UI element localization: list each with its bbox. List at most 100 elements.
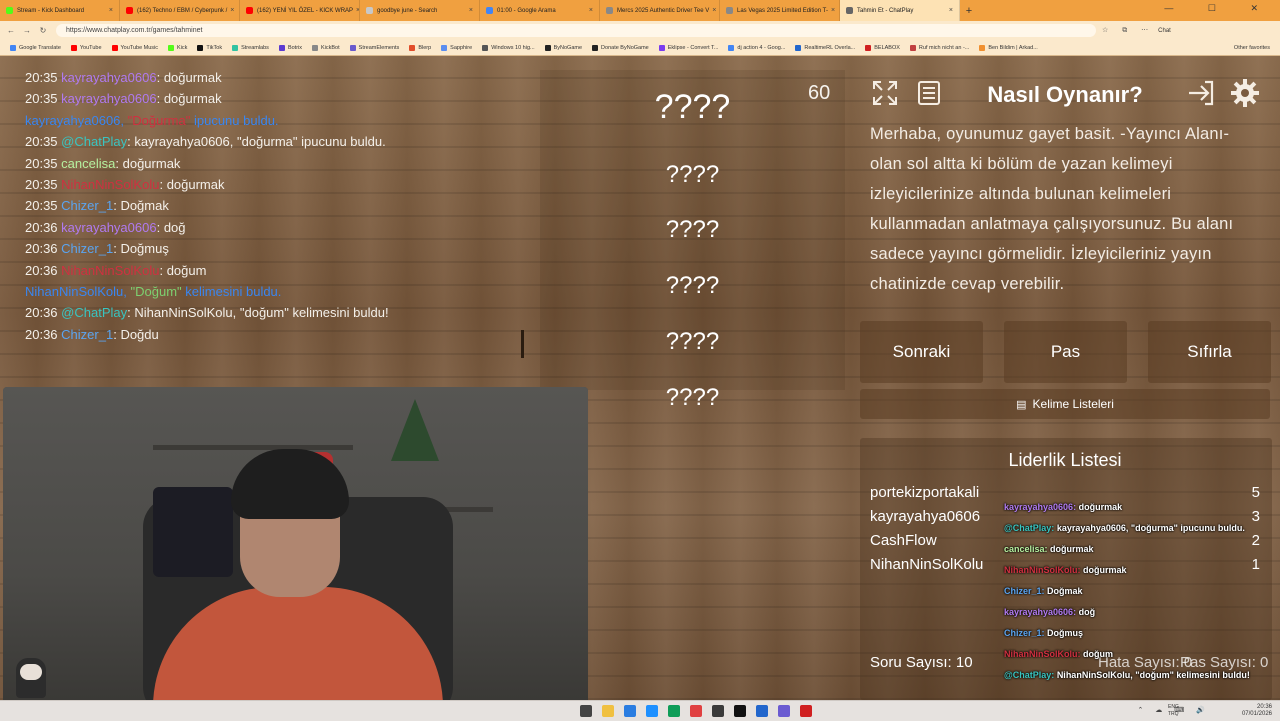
bookmark-item[interactable]: YouTube (70, 44, 102, 51)
reset-button[interactable]: Sıfırla (1148, 321, 1271, 383)
hidden-word: ???? (665, 328, 720, 355)
chat-username[interactable]: NihanNinSolKolu (61, 263, 159, 278)
close-tab-icon[interactable]: × (586, 7, 593, 14)
toolbar-icons[interactable]: ☆ ⧉ ⋯ (1102, 26, 1154, 35)
bookmark-item[interactable]: Ruf mich nicht an -... (909, 44, 969, 51)
word-lists-button[interactable]: ▤ Kelime Listeleri (860, 389, 1270, 419)
taskbar-app-icon[interactable] (624, 705, 636, 717)
browser-tab[interactable]: (162) Techno / EBM / Cyberpunk / × (120, 0, 240, 21)
forward-icon[interactable]: → (22, 26, 32, 35)
close-tab-icon[interactable]: × (353, 7, 359, 14)
taskbar-app-icon[interactable] (712, 705, 724, 717)
browser-tab[interactable]: Las Vegas 2025 Limited Edition T- × (720, 0, 840, 21)
bookmark-item[interactable]: StreamElements (349, 44, 399, 51)
tab-label: goodbye june - Search (377, 7, 438, 14)
chat-button[interactable]: Chat (1158, 28, 1171, 34)
chat-username[interactable]: @ChatPlay (61, 134, 127, 149)
fullscreen-icon[interactable] (868, 76, 902, 110)
gear-icon[interactable] (1228, 76, 1262, 110)
bookmark-item[interactable]: Google Translate (10, 44, 61, 51)
bookmark-item[interactable]: Blerp (409, 44, 431, 51)
chat-scrollbar[interactable] (521, 330, 524, 358)
chat-username[interactable]: kayrayahya0606 (61, 220, 156, 235)
bookmark-item[interactable]: BELABOX (865, 44, 900, 51)
stream-chat-overlay: kayrayahya0606: doğurmak @ChatPlay: kayra… (1000, 502, 1270, 700)
overlay-chat-text: doğurmak (1050, 544, 1094, 554)
bookmark-item[interactable]: Eklipse - Convert T... (658, 44, 718, 51)
chat-username[interactable]: Chizer_1 (61, 198, 113, 213)
notes-icon[interactable] (912, 76, 946, 110)
bookmark-item[interactable]: YouTube Music (111, 44, 158, 51)
url-input[interactable]: https://www.chatplay.com.tr/games/tahmin… (56, 24, 1096, 37)
bookmark-item[interactable]: Kick (168, 44, 187, 51)
taskbar-app-icon[interactable] (668, 705, 680, 717)
back-icon[interactable]: ← (6, 26, 16, 35)
chat-username[interactable]: kayrayahya0606 (61, 91, 156, 106)
chat-username[interactable]: @ChatPlay (61, 305, 127, 320)
bookmark-label: Streamlabs (241, 44, 269, 51)
hidden-word: ???? (665, 161, 720, 188)
taskbar-app-icon[interactable] (734, 705, 746, 717)
window-controls[interactable]: — ☐ ✕ (1164, 3, 1274, 14)
browser-tab[interactable]: goodbye june - Search × (360, 0, 480, 21)
close-tab-icon[interactable]: × (946, 7, 953, 14)
chat-username[interactable]: NihanNinSolKolu, (25, 284, 127, 299)
bookmark-item[interactable]: Ben Bildim | Arkad... (979, 44, 1038, 51)
chat-username[interactable]: kayrayahya0606 (61, 70, 156, 85)
browser-tab[interactable]: Mercs 2025 Authentic Driver Tee V × (600, 0, 720, 21)
taskbar-app-icon[interactable] (602, 705, 614, 717)
bookmark-item[interactable]: KickBot (312, 44, 340, 51)
bookmark-label: Windows 10 hig... (491, 44, 535, 51)
close-tab-icon[interactable]: × (466, 7, 473, 14)
chat-time: 20:36 (25, 219, 58, 235)
bookmark-favicon-icon (909, 44, 916, 51)
pass-button[interactable]: Pas (1004, 321, 1127, 383)
chat-username[interactable]: NihanNinSolKolu (61, 177, 159, 192)
bookmark-item[interactable]: dj action 4 - Goog... (728, 44, 785, 51)
system-clock[interactable]: 20:36 07/01/2026 (1242, 704, 1272, 718)
chat-message: NihanNinSolKolu, "Doğum" kelimesini buld… (25, 284, 281, 299)
chat-username[interactable]: cancelisa (61, 156, 115, 171)
exit-icon[interactable] (1183, 76, 1217, 110)
browser-tab[interactable]: Tahmin Et - ChatPlay × (840, 0, 960, 21)
bookmark-item[interactable]: Donate ByNoGame (592, 44, 649, 51)
bookmark-item[interactable]: ByNoGame (544, 44, 582, 51)
list-icon: ▤ (1016, 398, 1027, 411)
taskbar-app-icon[interactable] (580, 705, 592, 717)
bookmark-favicon-icon (70, 44, 77, 51)
browser-tab[interactable]: (162) YENİ YIL ÖZEL - KICK WRAP × (240, 0, 360, 21)
refresh-icon[interactable]: ↻ (38, 26, 48, 35)
next-button[interactable]: Sonraki (860, 321, 983, 383)
taskbar-app-icon[interactable] (690, 705, 702, 717)
bookmarks-bar: Google Translate YouTube YouTube Music Kick… (0, 40, 1280, 56)
other-favorites[interactable]: Other favorites (1234, 45, 1270, 51)
chat-text: doğ (163, 219, 186, 235)
bookmark-item[interactable]: Windows 10 hig... (482, 44, 535, 51)
bookmark-item[interactable]: Streamlabs (232, 44, 269, 51)
bookmark-item[interactable]: RealtimeRL Overla... (795, 44, 855, 51)
overlay-chat-message: @ChatPlay: kayrayahya0606, "doğurma" ipu… (1004, 523, 1245, 533)
close-tab-icon[interactable]: × (828, 7, 835, 14)
language-indicator[interactable]: ENG TRQ (1168, 704, 1184, 718)
browser-tab[interactable]: Stream - Kick Dashboard × (0, 0, 120, 21)
tab-favicon-icon (246, 7, 253, 14)
url-text: https://www.chatplay.com.tr/games/tahmin… (66, 27, 203, 34)
bookmark-item[interactable]: TikTok (197, 44, 222, 51)
taskbar-app-icon[interactable] (646, 705, 658, 717)
close-tab-icon[interactable]: × (709, 7, 716, 14)
racing-shirt (153, 487, 233, 577)
other-favorites-label: Other favorites (1233, 44, 1270, 51)
bookmark-item[interactable]: Botrix (278, 44, 302, 51)
taskbar-app-icon[interactable] (756, 705, 768, 717)
bookmark-item[interactable]: Sapphire (441, 44, 472, 51)
new-tab-button[interactable]: + (960, 5, 978, 17)
taskbar-app-icon[interactable] (778, 705, 790, 717)
close-tab-icon[interactable]: × (227, 7, 234, 14)
chat-username[interactable]: kayrayahya0606, (25, 113, 124, 128)
chat-username[interactable]: Chizer_1 (61, 241, 113, 256)
browser-tab[interactable]: 01:00 - Google Arama × (480, 0, 600, 21)
taskbar-app-icon[interactable] (800, 705, 812, 717)
close-tab-icon[interactable]: × (106, 7, 113, 14)
overlay-chat-text: Doğmuş (1047, 628, 1084, 638)
chat-username[interactable]: Chizer_1 (61, 327, 113, 342)
